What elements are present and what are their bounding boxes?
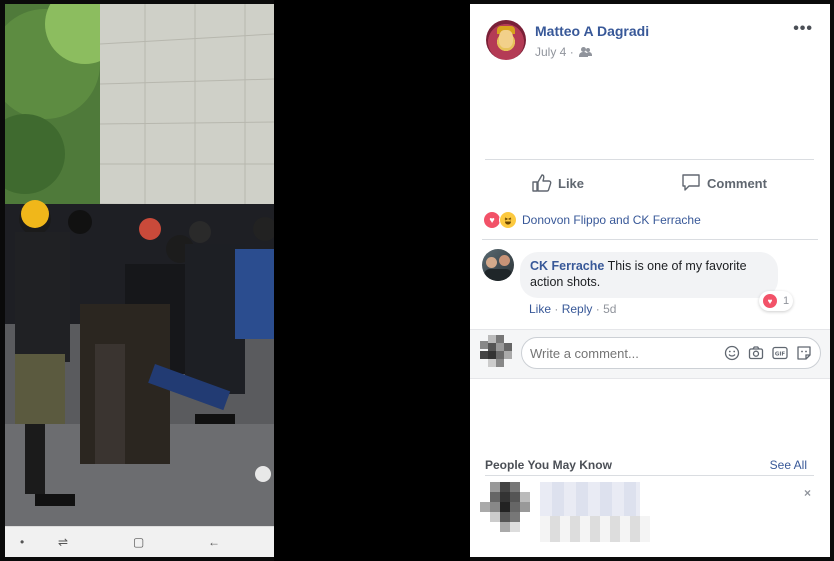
phone-navigation-bar: • ⇌ ▢ ← [5,526,274,557]
sticker-icon[interactable] [796,345,812,361]
suggested-person-info-redacted [540,516,650,542]
love-reaction-icon: ♥ [762,293,778,309]
back-icon[interactable]: ← [208,535,220,549]
commenter-avatar[interactable] [482,249,514,281]
reaction-summary[interactable]: ♥ Donovon Flippo and CK Ferrache [483,211,701,229]
dot-icon: • [20,535,25,549]
post-photo-frame: • ⇌ ▢ ← [5,4,274,557]
suggested-person-avatar[interactable] [480,482,540,542]
post-photo[interactable] [5,4,274,526]
divider [482,239,818,240]
comment-label: Comment [707,175,767,191]
comment-reply-link[interactable]: Reply [562,302,593,316]
close-icon[interactable]: × [804,486,811,500]
see-all-link[interactable]: See All [770,458,807,472]
like-label: Like [558,175,585,191]
more-options-icon[interactable]: ••• [793,21,813,37]
author-name[interactable]: Matteo A Dagradi [535,23,649,39]
divider [485,159,814,160]
post-meta: July 4 · [535,45,593,59]
suggested-person-name-redacted[interactable] [540,482,640,516]
author-avatar[interactable] [486,20,526,60]
divider [485,475,814,476]
comment-reaction-count[interactable]: ♥ 1 [759,291,793,311]
svg-text:GIF: GIF [775,352,786,358]
comment-age[interactable]: 5d [603,302,616,316]
thumbs-up-icon [532,174,552,192]
viewer-background [274,0,470,561]
haha-reaction-icon [499,211,517,229]
separator: · [595,302,600,316]
separator: · [554,302,559,316]
post-detail-panel: Matteo A Dagradi July 4 · ••• Like Comme… [470,4,830,557]
friends-icon[interactable] [579,47,593,57]
comment-reaction-number: 1 [783,295,790,307]
comment-like-link[interactable]: Like [529,302,551,316]
comment-bubble-icon [682,174,700,191]
gif-icon[interactable]: GIF [772,345,788,361]
comment-composer: GIF [470,329,830,379]
comment-button[interactable]: Comment [681,171,767,195]
post-date[interactable]: July 4 [535,45,566,59]
reaction-names[interactable]: Donovon Flippo and CK Ferrache [522,213,701,227]
comment-bubble: CK Ferrache This is one of my favorite a… [520,252,778,298]
emoji-icon[interactable] [724,345,740,361]
comment-author[interactable]: CK Ferrache [530,259,604,273]
comment-actions: Like · Reply · 5d [529,302,616,316]
like-button[interactable]: Like [532,171,584,195]
meta-separator: · [569,45,574,59]
camera-icon[interactable] [748,345,764,361]
people-you-may-know-title: People You May Know [485,458,612,472]
recents-icon[interactable]: ⇌ [58,535,68,549]
home-icon[interactable]: ▢ [133,535,144,549]
current-user-avatar[interactable] [480,335,518,373]
